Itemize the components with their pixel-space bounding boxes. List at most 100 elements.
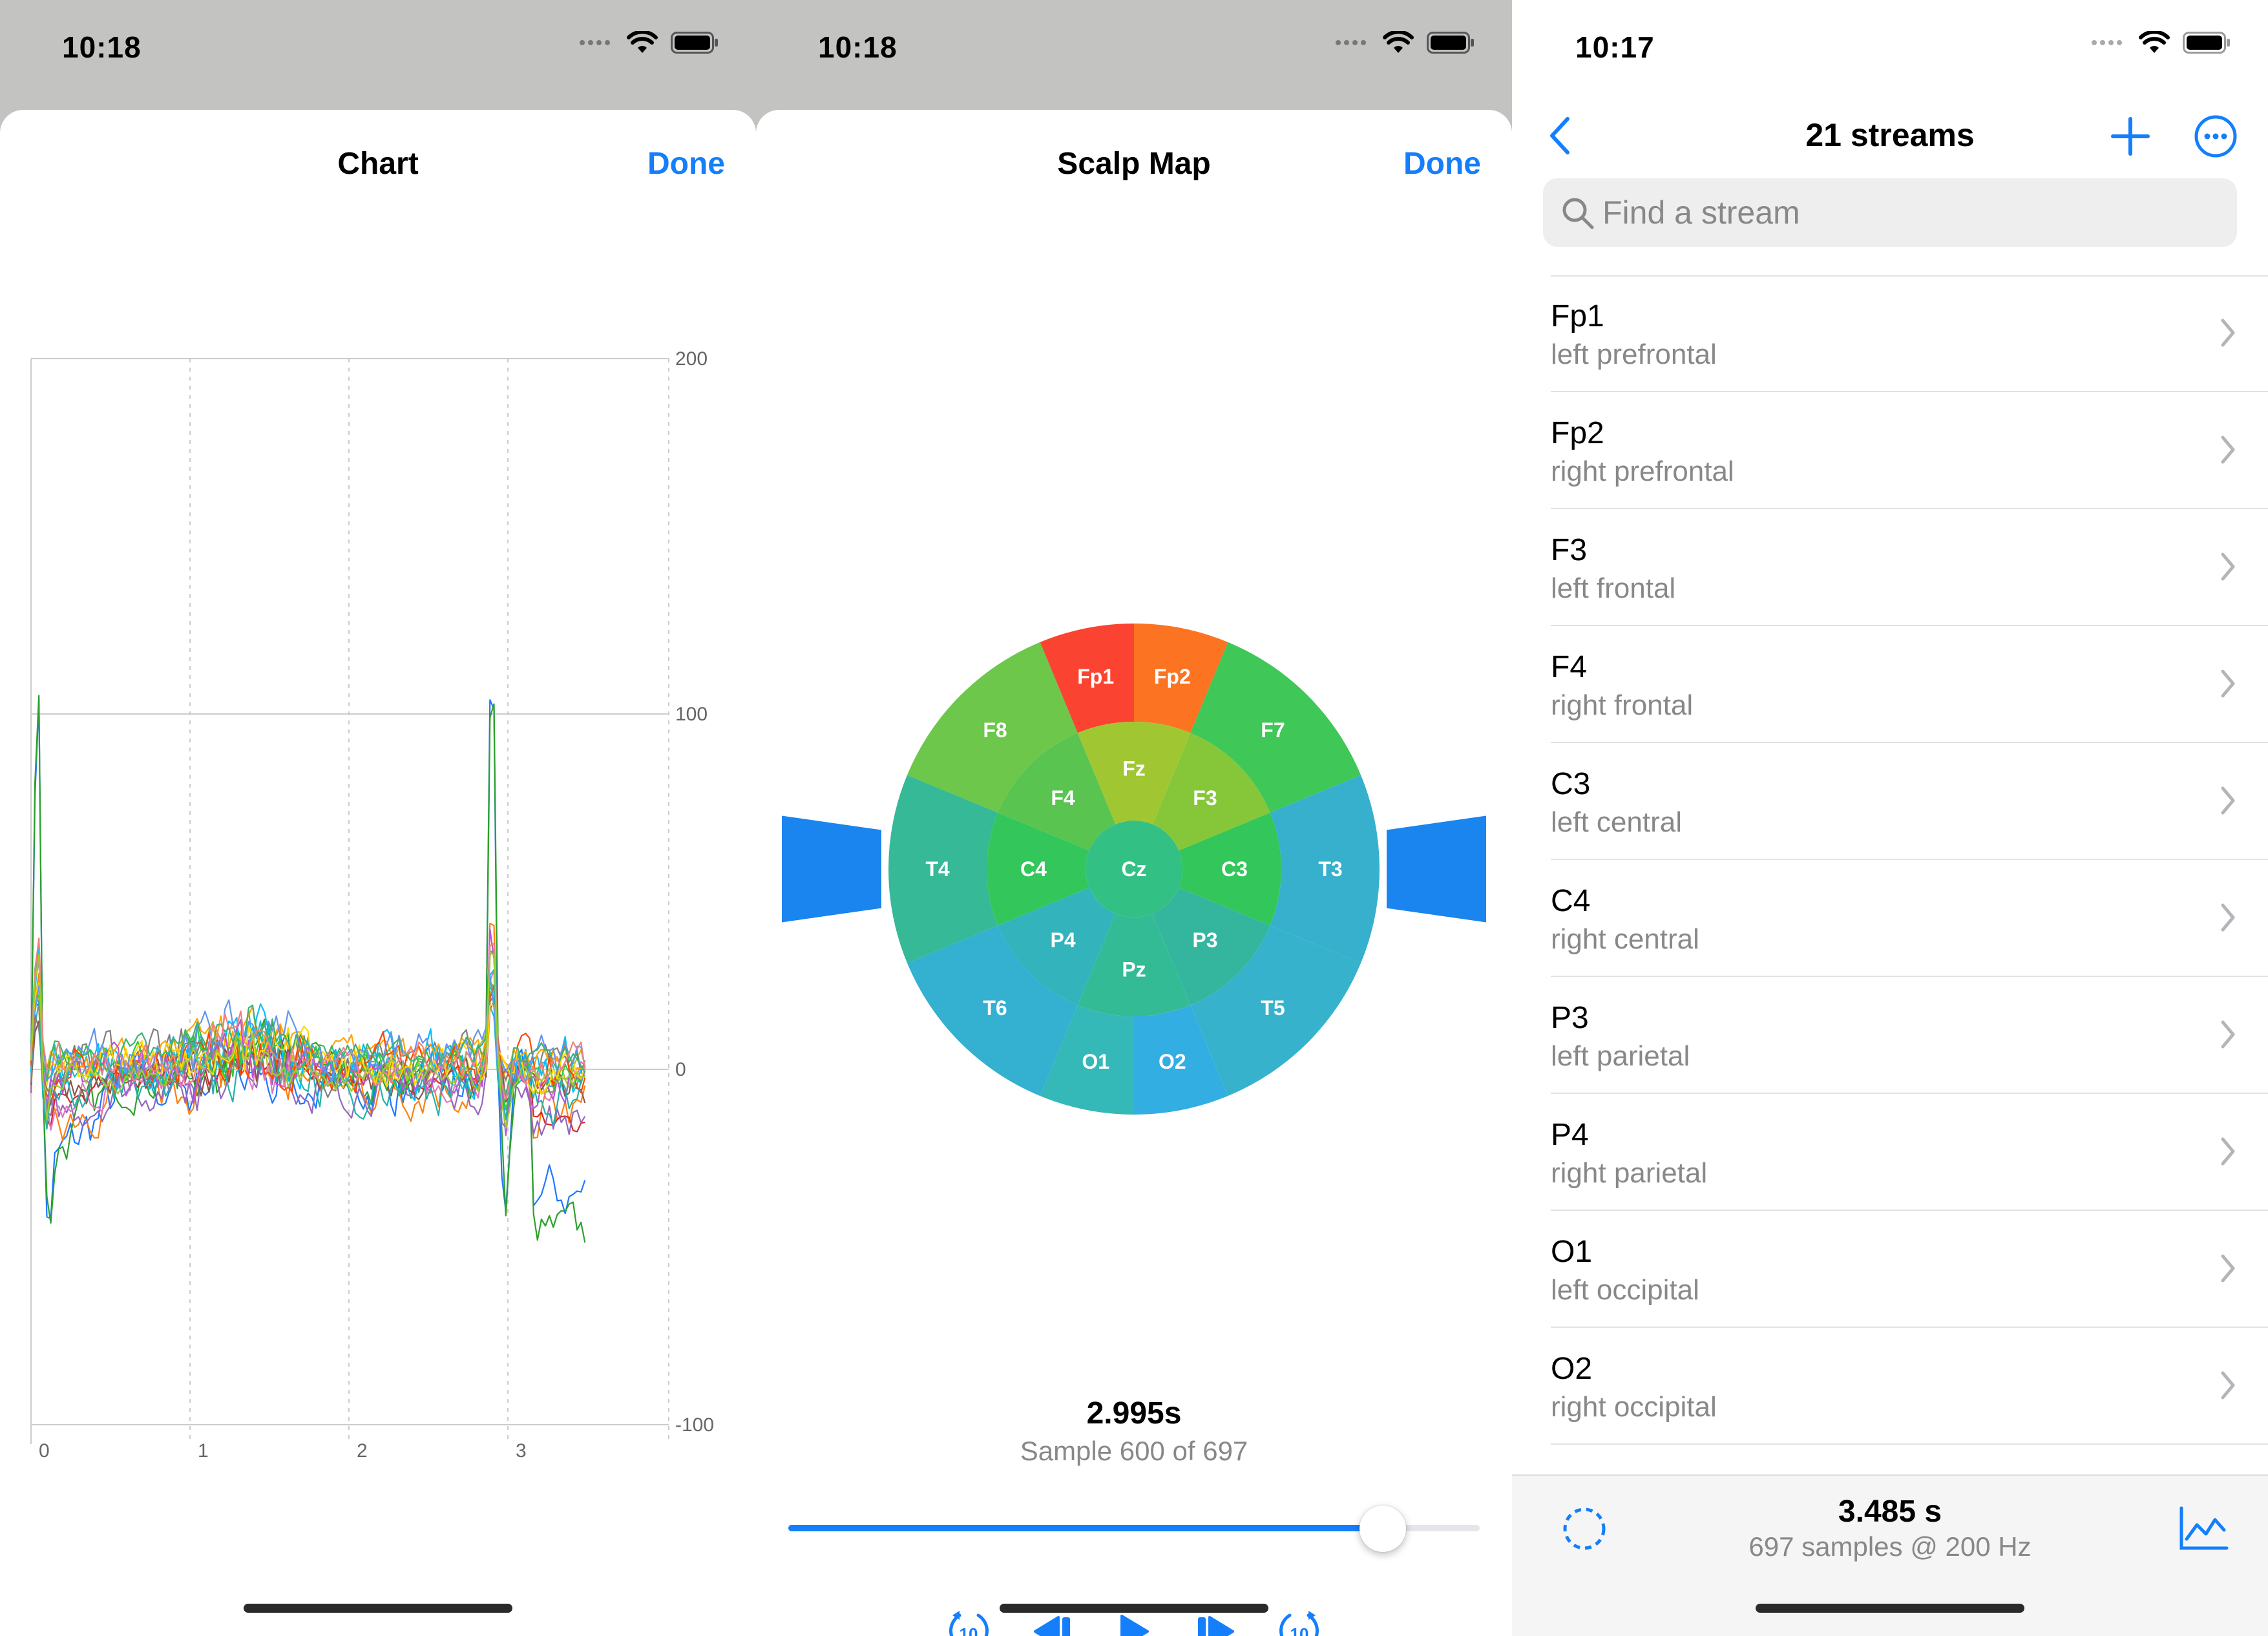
electrode-label-t4: T4 [925,857,950,881]
stream-description: left parietal [1551,1040,1690,1072]
scalp-sheet: Scalp Map Done A2A1Fp1Fp2F7T3T5O2O1T6T4F… [756,110,1512,1636]
sheet-title: Chart [337,147,419,181]
step-forward-button[interactable] [1194,1609,1239,1636]
done-button[interactable]: Done [1403,146,1481,182]
slider-fill [788,1525,1383,1531]
y-tick-label: 0 [675,1059,686,1080]
list-item[interactable]: O1 left occipital [1551,1211,2268,1328]
y-tick-label: 100 [675,704,708,725]
signal-icon [2092,40,2122,45]
skip-back-10-button[interactable]: 10 [946,1609,991,1636]
list-item[interactable]: Fp1 left prefrontal [1551,275,2268,392]
electrode-label-fz: Fz [1122,757,1146,781]
stream-description: left prefrontal [1551,339,1717,370]
status-time: 10:17 [1575,30,1655,64]
list-item[interactable]: F3 left frontal [1551,509,2268,626]
nav-title: 21 streams [1805,117,1975,153]
region-a2[interactable] [782,815,881,923]
chart-sheet: Chart Done 200 100 0 -100 0 1 2 3 [0,110,756,1636]
play-button[interactable] [1111,1609,1157,1636]
search-input[interactable] [1602,178,2223,247]
slider-thumb[interactable] [1360,1505,1407,1552]
search-bar[interactable] [1543,178,2237,247]
stream-description: left occipital [1551,1274,1699,1306]
chevron-right-icon [2221,1371,2235,1400]
time-slider[interactable] [788,1505,1480,1552]
x-tick-label: 0 [39,1440,50,1462]
stream-name: Fp1 [1551,299,1604,333]
list-item[interactable]: O2 right occipital [1551,1328,2268,1445]
battery-icon [1427,32,1474,54]
stream-name: F3 [1551,533,1588,567]
electrode-label-o2: O2 [1159,1050,1186,1073]
done-button[interactable]: Done [647,146,725,182]
home-indicator [244,1604,512,1613]
sample-readout: Sample 600 of 697 [1020,1436,1248,1466]
electrode-label-c3: C3 [1221,857,1248,881]
stream-description: right prefrontal [1551,456,1734,487]
stream-description: left central [1551,806,1682,838]
stream-name: O1 [1551,1235,1593,1269]
region-a1[interactable] [1387,815,1486,923]
add-stream-icon[interactable] [2108,114,2153,159]
duration-readout: 3.485 s [1838,1494,1942,1529]
list-item[interactable]: P4 right parietal [1551,1094,2268,1211]
chevron-right-icon [2221,1020,2235,1049]
status-icons [579,31,719,54]
x-tick-label: 2 [357,1440,368,1462]
chart-icon[interactable] [2178,1505,2229,1552]
chevron-right-icon [2221,319,2235,347]
electrode-label-f8: F8 [983,718,1007,742]
y-tick-label: -100 [675,1414,714,1436]
signal-icon [580,40,610,45]
list-item[interactable]: F4 right frontal [1551,626,2268,743]
stream-name: F4 [1551,650,1588,684]
eeg-line-chart: 200 100 0 -100 0 1 2 3 [30,348,714,1462]
stream-description: right central [1551,923,1699,955]
scalp-map[interactable]: A2A1Fp1Fp2F7T3T5O2O1T6T4F8FzF3C3P3PzP4C4… [782,614,1486,1131]
status-time: 10:18 [62,30,142,64]
battery-icon [671,32,718,54]
x-tick-label: 1 [198,1440,209,1462]
electrode-label-p4: P4 [1050,928,1075,952]
chevron-right-icon [2221,1137,2235,1166]
step-forward-icon [1198,1616,1234,1636]
electrode-label-f7: F7 [1261,718,1285,742]
play-icon [1120,1615,1149,1636]
more-options-icon[interactable] [2193,114,2238,159]
skip-back-label: 10 [960,1624,978,1636]
skip-forward-10-button[interactable]: 10 [1277,1609,1322,1636]
stream-description: left frontal [1551,572,1676,604]
electrode-label-c4: C4 [1020,857,1047,881]
step-back-icon [1034,1616,1070,1636]
sample-rate-readout: 697 samples @ 200 Hz [1748,1531,2032,1562]
streams-panel: 10:17 21 streams Fp1 left prefrontal Fp2 ri… [1512,0,2268,1636]
skip-back-10-icon: 10 [949,1611,989,1636]
stream-name: P3 [1551,1001,1589,1035]
list-item[interactable]: C3 left central [1551,743,2268,860]
stream-description: right frontal [1551,689,1694,721]
wifi-icon [2139,31,2170,53]
list-item[interactable]: Fp2 right prefrontal [1551,392,2268,509]
chevron-right-icon [2221,1254,2235,1283]
status-bar: 10:18 [756,0,1512,97]
skip-forward-10-icon: 10 [1279,1611,1319,1636]
chevron-right-icon [2221,552,2235,581]
battery-icon [2183,32,2230,54]
status-icons [2091,31,2231,54]
home-indicator [1756,1604,2024,1613]
wifi-icon [627,31,658,53]
home-indicator [1000,1604,1268,1613]
list-item[interactable]: C4 right central [1551,860,2268,977]
search-icon [1562,198,1594,229]
time-readout: 2.995s [1086,1396,1182,1431]
electrode-label-t6: T6 [983,996,1007,1020]
stream-name: O2 [1551,1352,1593,1386]
list-item[interactable]: P3 left parietal [1551,977,2268,1094]
stream-description: right occipital [1551,1391,1717,1423]
x-tick-label: 3 [516,1440,527,1462]
stream-description: right parietal [1551,1157,1708,1189]
signal-icon [1336,40,1366,45]
electrode-label-fp1: Fp1 [1077,665,1114,688]
step-back-button[interactable] [1029,1609,1074,1636]
